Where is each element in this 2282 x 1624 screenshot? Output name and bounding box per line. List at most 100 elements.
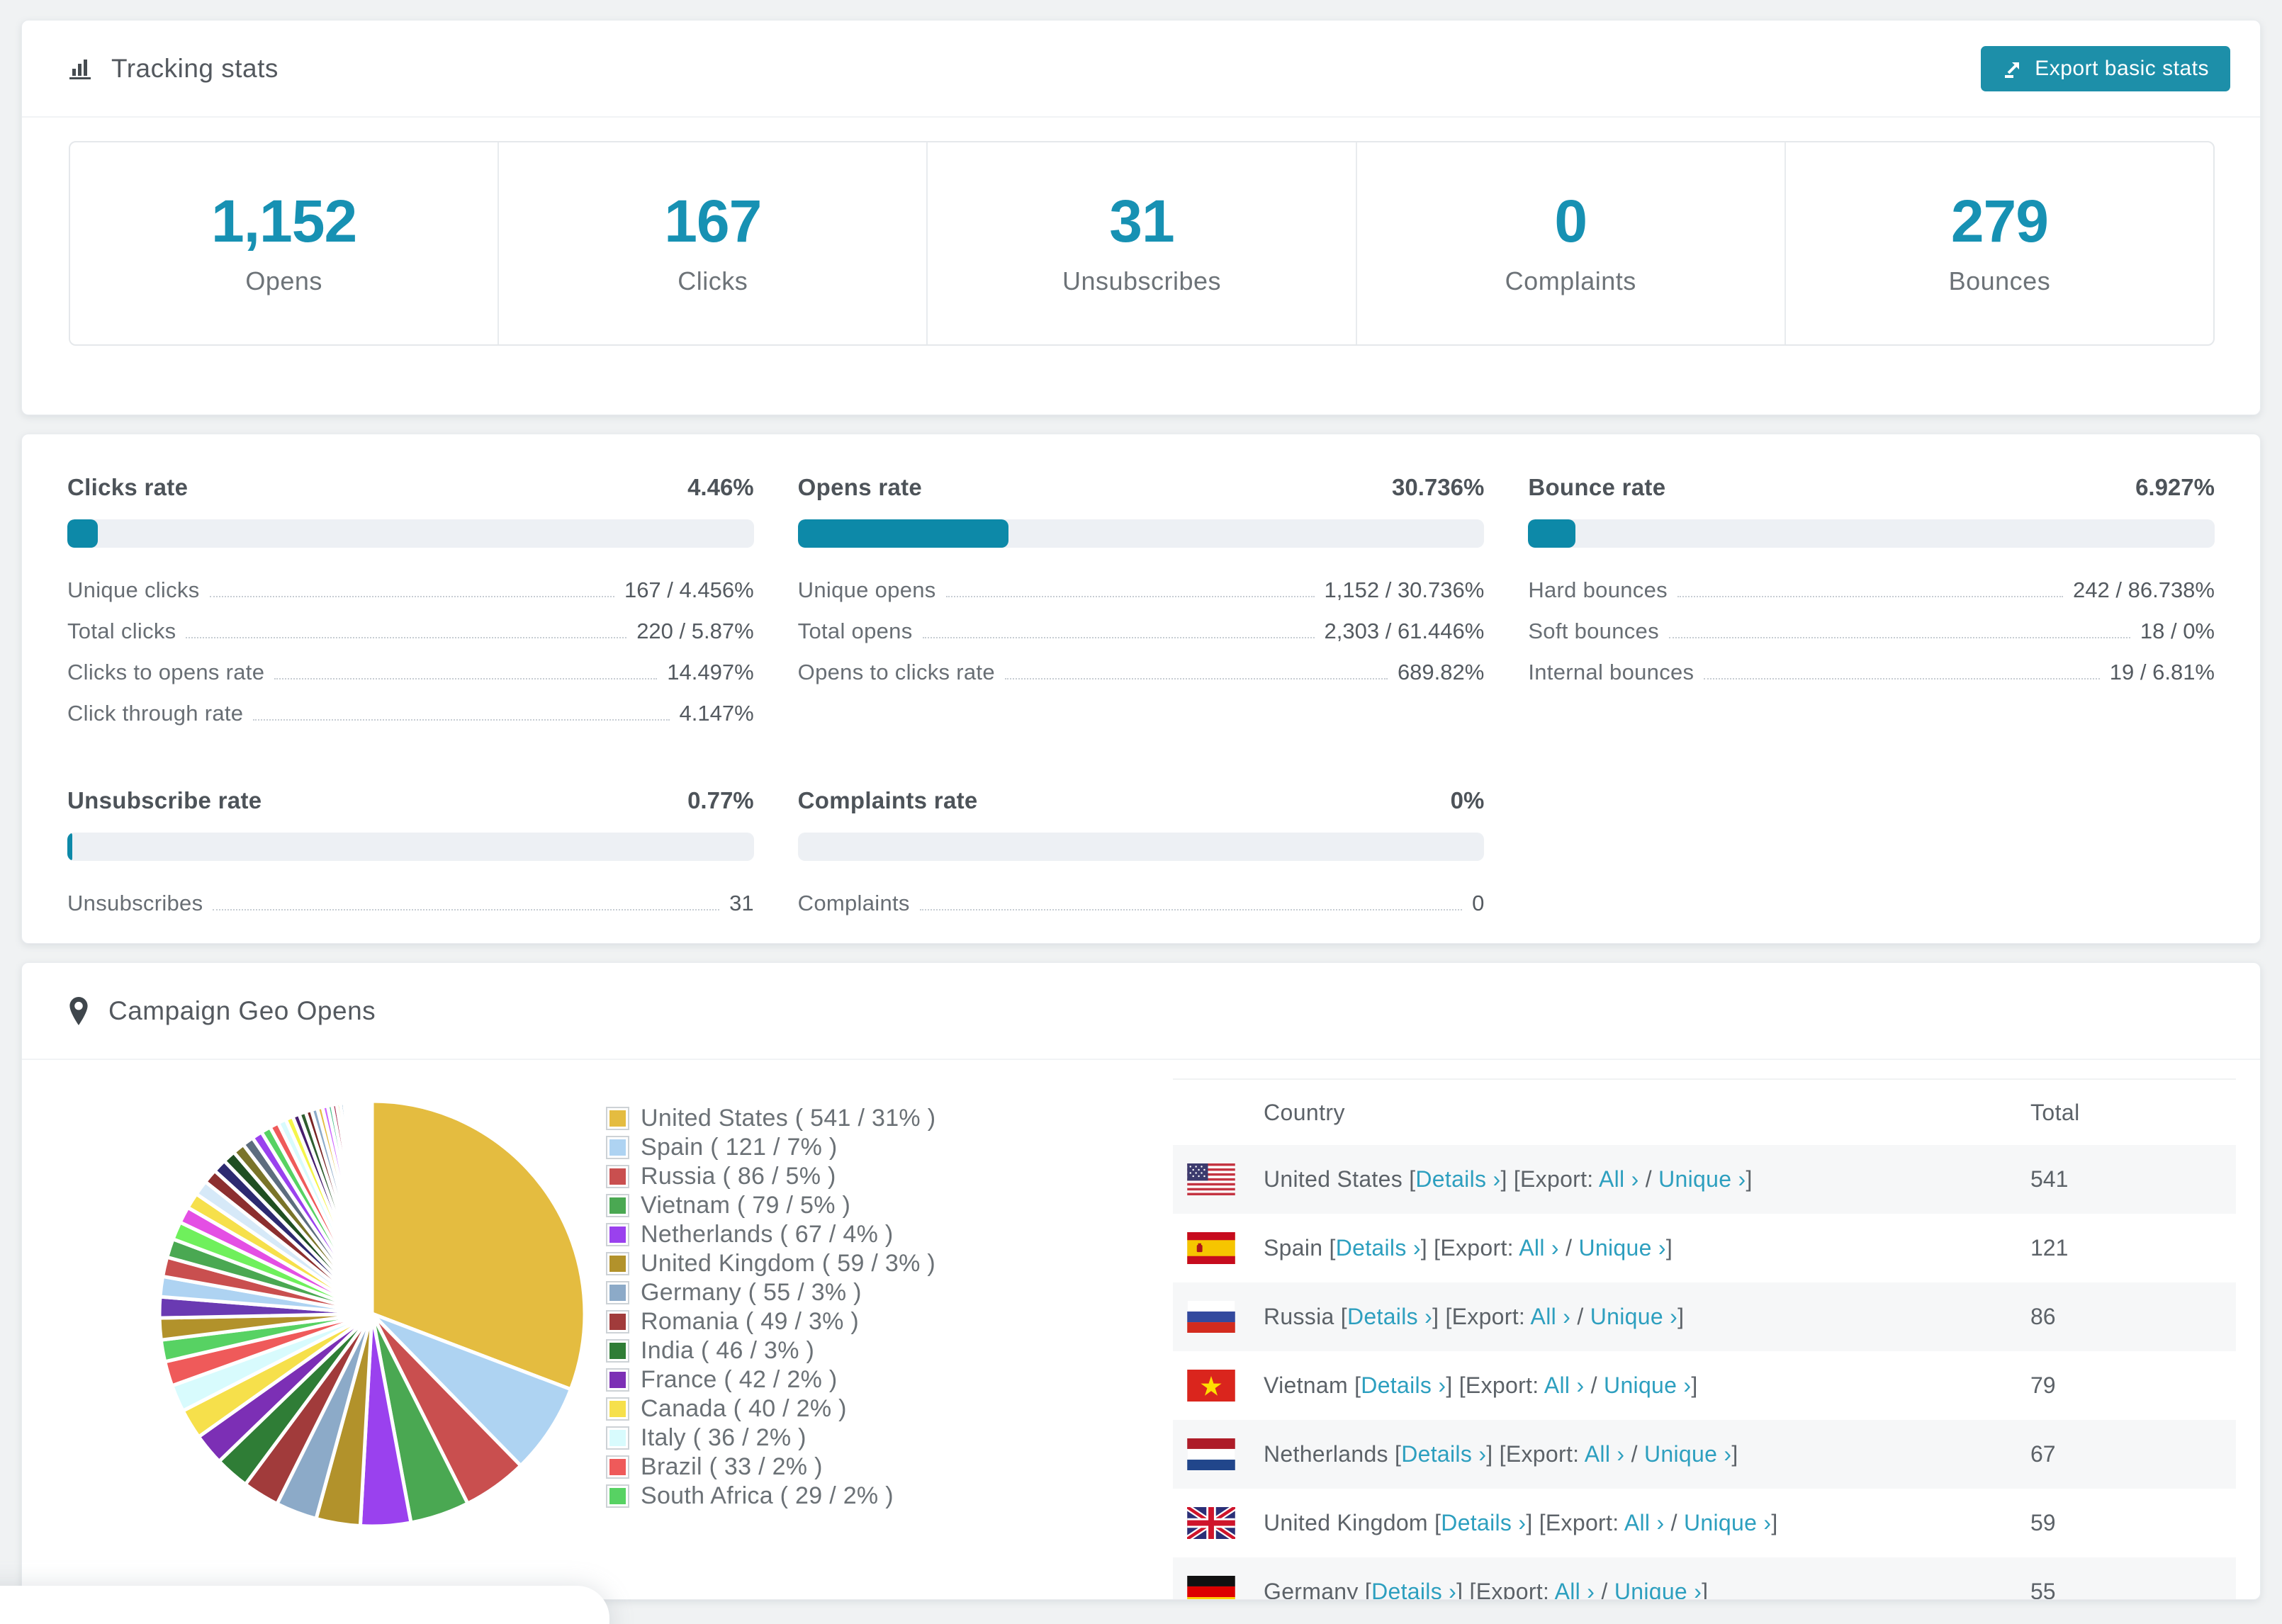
details-link-united-kingdom[interactable]: Details › (1441, 1510, 1526, 1535)
export-all-link-spain[interactable]: All › (1519, 1235, 1559, 1261)
export-icon (2002, 58, 2023, 79)
legend-swatch-brazil (606, 1455, 629, 1479)
export-all-link-russia[interactable]: All › (1531, 1304, 1571, 1329)
tracking-stats-page: Tracking stats Export basic stats 1,152 O… (0, 0, 2282, 1624)
detail-label-unique-opens: Unique opens (797, 577, 936, 602)
tracking-stats-card: Tracking stats Export basic stats 1,152 O… (21, 20, 2261, 415)
export-basic-stats-button[interactable]: Export basic stats (1981, 45, 2230, 91)
geo-table-row-spain: Spain [Details ›] [Export: All › / Uniqu… (1173, 1214, 2236, 1282)
legend-label-united-kingdom: United Kingdom ( 59 / 3% ) (641, 1250, 935, 1277)
stat-value-bounces: 279 (1950, 187, 2049, 254)
export-all-link-netherlands[interactable]: All › (1585, 1441, 1625, 1467)
detail-value-click-through-rate: 4.147% (679, 701, 754, 726)
legend-item-france: France ( 42 / 2% ) (606, 1365, 1173, 1394)
bounce-rate-title: Bounce rate (1528, 474, 1666, 500)
detail-value-total-opens: 2,303 / 61.446% (1324, 619, 1485, 643)
export-unique-link-germany[interactable]: Unique › (1614, 1579, 1702, 1599)
unsubscribe-rate-value: 0.77% (687, 787, 754, 813)
bounce-rate-section: Bounce rate 6.927% Hard bounces 242 / 86.73… (1528, 474, 2215, 742)
legend-item-vietnam: Vietnam ( 79 / 5% ) (606, 1191, 1173, 1220)
export-all-link-vietnam[interactable]: All › (1544, 1372, 1585, 1398)
clicks-rate-progress-fill (67, 519, 99, 548)
geo-row-total-vietnam: 79 (2030, 1372, 2056, 1398)
detail-label-complaints: Complaints (797, 891, 910, 915)
details-link-netherlands[interactable]: Details › (1401, 1441, 1486, 1467)
dotted-leader (919, 909, 1463, 910)
geo-table-row-united-kingdom: United Kingdom [Details ›] [Export: All … (1173, 1489, 2236, 1557)
bar-chart-icon (67, 56, 93, 81)
legend-swatch-india (606, 1339, 629, 1363)
campaign-geo-opens-card: Campaign Geo Opens United States ( 541 /… (21, 962, 2261, 1600)
export-unique-link-united-kingdom[interactable]: Unique › (1684, 1510, 1771, 1535)
detail-label-total-opens: Total opens (797, 619, 913, 643)
dotted-leader (274, 678, 658, 680)
legend-item-canada: Canada ( 40 / 2% ) (606, 1394, 1173, 1423)
legend-label-south-africa: South Africa ( 29 / 2% ) (641, 1482, 894, 1509)
detail-value-unique-clicks: 167 / 4.456% (624, 577, 754, 602)
clicks-rate-title: Clicks rate (67, 474, 189, 500)
legend-swatch-france (606, 1368, 629, 1392)
legend-item-germany: Germany ( 55 / 3% ) (606, 1278, 1173, 1307)
summary-stats-row: 1,152 Opens 167 Clicks 31 Unsubscribes 0 Compla… (69, 141, 2215, 346)
stat-label-opens: Opens (245, 266, 322, 295)
details-link-germany[interactable]: Details › (1371, 1579, 1456, 1599)
tracking-stats-header: Tracking stats Export basic stats (22, 21, 2260, 118)
legend-label-india: India ( 46 / 3% ) (641, 1337, 815, 1364)
clicks-rate-head: Clicks rate 4.46% (67, 474, 754, 501)
pie-slice-other-46[interactable] (369, 1099, 374, 1316)
legend-item-brazil: Brazil ( 33 / 2% ) (606, 1453, 1173, 1482)
detail-label-soft-bounces: Soft bounces (1528, 619, 1659, 643)
geo-table-row-netherlands: Netherlands [Details ›] [Export: All › /… (1173, 1420, 2236, 1489)
geo-table-row-united-states: United States [Details ›] [Export: All ›… (1173, 1145, 2236, 1214)
stat-value-opens: 1,152 (210, 187, 357, 254)
country-column-header: Country (1264, 1099, 1345, 1125)
export-unique-link-russia[interactable]: Unique › (1590, 1304, 1677, 1329)
geo-row-links-germany: Germany [Details ›] [Export: All › / Uni… (1264, 1579, 2030, 1599)
export-all-link-united-kingdom[interactable]: All › (1624, 1510, 1665, 1535)
detail-row-unique-opens: Unique opens 1,152 / 30.736% (798, 577, 1485, 602)
legend-swatch-united-kingdom (606, 1252, 629, 1275)
detail-row-soft-bounces: Soft bounces 18 / 0% (1528, 619, 2215, 643)
stat-complaints: 0 Complaints (1355, 142, 1784, 344)
legend-label-netherlands: Netherlands ( 67 / 4% ) (641, 1221, 894, 1248)
detail-row-total-clicks: Total clicks 220 / 5.87% (67, 619, 754, 643)
details-link-vietnam[interactable]: Details › (1361, 1372, 1446, 1398)
details-link-united-states[interactable]: Details › (1415, 1166, 1500, 1192)
details-link-spain[interactable]: Details › (1336, 1235, 1421, 1261)
unsubscribe-rate-head: Unsubscribe rate 0.77% (67, 787, 754, 814)
legend-item-united-states: United States ( 541 / 31% ) (606, 1104, 1173, 1133)
campaign-geo-opens-title: Campaign Geo Opens (108, 996, 376, 1025)
legend-swatch-south-africa (606, 1484, 629, 1508)
geo-row-links-united-states: United States [Details ›] [Export: All ›… (1264, 1166, 1753, 1192)
detail-row-unique-clicks: Unique clicks 167 / 4.456% (67, 577, 754, 602)
export-all-link-germany[interactable]: All › (1555, 1579, 1595, 1599)
dotted-leader (1704, 678, 2100, 680)
detail-row-total-opens: Total opens 2,303 / 61.446% (798, 619, 1485, 643)
details-link-russia[interactable]: Details › (1347, 1304, 1432, 1329)
clicks-rate-value: 4.46% (687, 474, 754, 500)
dotted-leader (253, 719, 670, 721)
legend-item-romania: Romania ( 49 / 3% ) (606, 1307, 1173, 1336)
legend-item-russia: Russia ( 86 / 5% ) (606, 1162, 1173, 1191)
dotted-leader (209, 596, 614, 597)
legend-item-netherlands: Netherlands ( 67 / 4% ) (606, 1220, 1173, 1249)
germany-flag-icon (1187, 1576, 1235, 1599)
dotted-leader (1004, 678, 1388, 680)
legend-label-romania: Romania ( 49 / 3% ) (641, 1308, 860, 1335)
legend-item-south-africa: South Africa ( 29 / 2% ) (606, 1482, 1173, 1511)
legend-label-germany: Germany ( 55 / 3% ) (641, 1279, 862, 1306)
export-unique-link-netherlands[interactable]: Unique › (1644, 1441, 1731, 1467)
bottom-overlay-artifact (0, 1586, 609, 1624)
detail-row-complaints: Complaints 0 (798, 891, 1485, 915)
legend-swatch-netherlands (606, 1223, 629, 1246)
geo-row-links-spain: Spain [Details ›] [Export: All › / Uniqu… (1264, 1235, 1673, 1261)
export-unique-link-vietnam[interactable]: Unique › (1604, 1372, 1691, 1398)
export-unique-link-spain[interactable]: Unique › (1578, 1235, 1665, 1261)
dotted-leader (213, 909, 720, 910)
detail-value-opens-to-clicks-rate: 689.82% (1397, 660, 1485, 684)
stat-label-bounces: Bounces (1948, 266, 2051, 295)
export-unique-link-united-states[interactable]: Unique › (1658, 1166, 1746, 1192)
export-all-link-united-states[interactable]: All › (1599, 1166, 1639, 1192)
legend-swatch-vietnam (606, 1194, 629, 1217)
rates-grid: Clicks rate 4.46% Unique clicks 167 / 4.456… (22, 434, 2260, 932)
